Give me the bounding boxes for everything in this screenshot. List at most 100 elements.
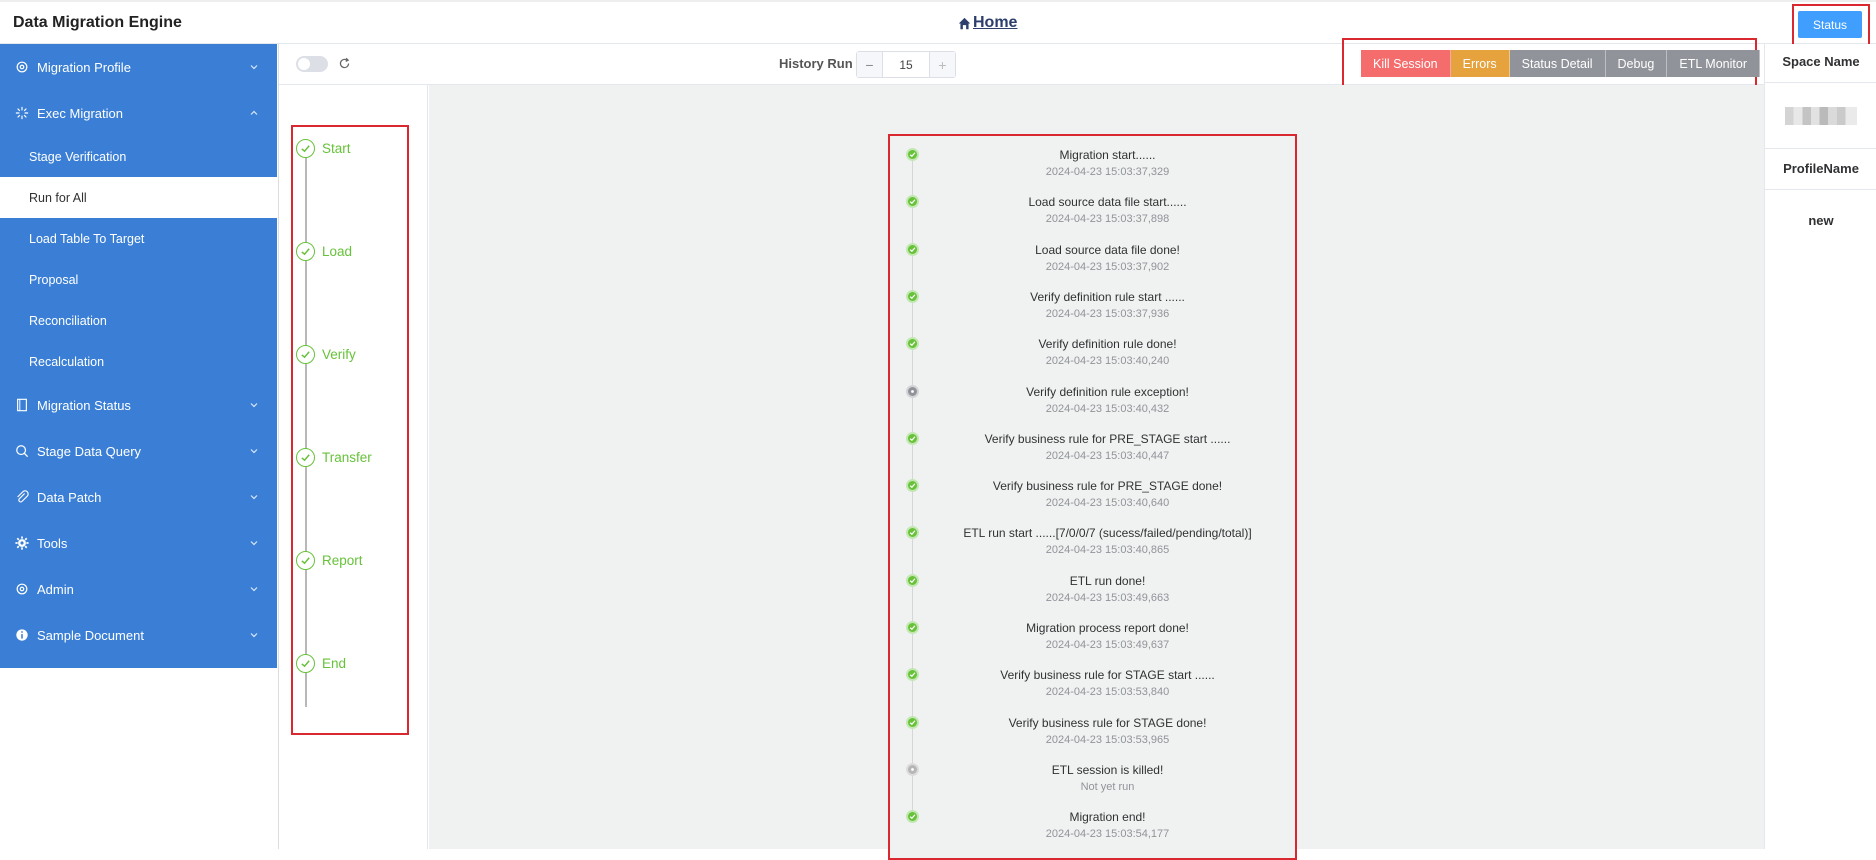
step-label: Start	[322, 141, 351, 156]
step-transfer: Transfer	[296, 448, 372, 467]
profile-name-value: new	[1808, 213, 1834, 228]
timeline-item-title: Migration process report done!	[1026, 621, 1189, 635]
step-label: Load	[322, 244, 353, 259]
chevron-down-icon	[250, 587, 258, 592]
etl-monitor-button[interactable]: ETL Monitor	[1667, 50, 1760, 77]
action-button-group: Kill Session Errors Status Detail Debug …	[1361, 50, 1760, 77]
sidebar-item-exec-migration[interactable]: Exec Migration	[0, 90, 277, 136]
timeline-item: ETL run done! 2024-04-23 15:03:49,663	[890, 568, 1295, 615]
step-load: Load	[296, 242, 352, 261]
increment-button[interactable]: +	[929, 52, 955, 77]
timeline-item: Load source data file start...... 2024-04…	[890, 189, 1295, 236]
sidebar-subitem-proposal[interactable]: Proposal	[0, 259, 277, 300]
home-link-label: Home	[973, 14, 1018, 31]
steps-highlight-box	[291, 125, 409, 735]
search-icon	[15, 444, 29, 458]
sidebar-item-tools[interactable]: Tools	[0, 520, 277, 566]
warning-dot-icon	[906, 384, 919, 398]
document-icon	[15, 398, 29, 412]
gear-icon	[15, 582, 29, 596]
history-run-input[interactable]: 15	[883, 52, 929, 77]
refresh-icon[interactable]	[338, 57, 351, 70]
status-detail-button[interactable]: Status Detail	[1509, 50, 1606, 77]
timeline-item-time: 2024-04-23 15:03:40,432	[1045, 402, 1170, 415]
chevron-down-icon	[250, 65, 258, 70]
timeline-item-time: 2024-04-23 15:03:37,936	[1045, 307, 1170, 320]
check-circle-icon	[296, 139, 315, 158]
debug-button[interactable]: Debug	[1605, 50, 1668, 77]
check-dot-icon	[906, 195, 919, 209]
check-circle-icon	[296, 654, 315, 673]
timeline-item: Verify definition rule exception! 2024-04…	[890, 379, 1295, 426]
check-dot-icon	[906, 289, 919, 303]
sparkle-icon	[15, 106, 29, 120]
timeline-item: Verify business rule for STAGE start ...…	[890, 662, 1295, 709]
sidebar-item-sample-document[interactable]: Sample Document	[0, 612, 277, 658]
timeline-item-time: 2024-04-23 15:03:49,663	[1045, 591, 1170, 604]
home-icon	[958, 17, 971, 29]
sidebar-subitem-recalculation[interactable]: Recalculation	[0, 341, 277, 382]
chevron-down-icon	[250, 449, 258, 454]
sidebar-subitem-stage-verification[interactable]: Stage Verification	[0, 136, 277, 177]
step-start: Start	[296, 139, 351, 158]
divider	[1765, 82, 1876, 83]
steps-column: Start Load Verify Transfer Report End	[279, 85, 428, 849]
history-run-stepper: − 15 +	[856, 51, 956, 78]
timeline-item: Verify business rule for PRE_STAGE start…	[890, 426, 1295, 473]
sidebar-item-admin[interactable]: Admin	[0, 566, 277, 612]
errors-button[interactable]: Errors	[1450, 50, 1510, 77]
check-dot-icon	[906, 431, 919, 445]
chevron-up-icon	[250, 110, 258, 115]
timeline-item-time: 2024-04-23 15:03:37,902	[1045, 260, 1170, 273]
divider	[1765, 148, 1876, 149]
sidebar-item-label: Stage Data Query	[37, 443, 142, 459]
chevron-down-icon	[250, 541, 258, 546]
info-icon	[15, 628, 29, 642]
step-report: Report	[296, 551, 363, 570]
timeline-item-title: Migration end!	[1069, 810, 1146, 825]
check-dot-icon	[906, 526, 919, 540]
sidebar-item-data-patch[interactable]: Data Patch	[0, 474, 277, 520]
timeline-item-time: 2024-04-23 15:03:37,329	[1045, 166, 1170, 178]
toolbar: History Run − 15 + Kill Session Errors S…	[279, 38, 1764, 90]
timeline-item-title: Verify business rule for PRE_STAGE done!	[992, 479, 1223, 494]
status-button[interactable]: Status	[1798, 11, 1862, 38]
timeline-item-title: Load source data file start......	[1028, 195, 1187, 210]
check-circle-icon	[296, 448, 315, 467]
timeline-item: Verify business rule for PRE_STAGE done!…	[890, 473, 1295, 520]
check-dot-icon	[906, 573, 919, 587]
sidebar-item-stage-data-query[interactable]: Stage Data Query	[0, 428, 277, 474]
timeline-item-title: ETL session is killed!	[1051, 762, 1164, 777]
timeline-item: Migration process report done! 2024-04-23…	[890, 615, 1295, 662]
timeline-item: ETL session is killed! Not yet run	[890, 757, 1295, 804]
check-dot-icon	[906, 337, 919, 351]
sidebar-item-migration-profile[interactable]: Migration Profile	[0, 44, 277, 90]
check-dot-icon	[906, 668, 919, 682]
home-link[interactable]: Home	[958, 14, 1017, 32]
timeline-item-title: Verify business rule for STAGE start ...…	[1000, 668, 1215, 683]
timeline-item-time: 2024-04-23 15:03:40,240	[1045, 355, 1170, 368]
check-dot-icon	[906, 810, 919, 824]
space-name-label: Space Name	[1782, 54, 1860, 69]
timeline-item-time: 2024-04-23 15:03:53,965	[1045, 733, 1170, 746]
timeline-item-title: Migration start......	[1059, 148, 1156, 162]
timeline-item: Migration start...... 2024-04-23 15:03:37…	[890, 142, 1295, 189]
auto-refresh-toggle[interactable]	[296, 56, 328, 72]
app-header: Data Migration Engine Home Status	[0, 0, 1876, 46]
paperclip-icon	[15, 490, 29, 504]
kill-session-button[interactable]: Kill Session	[1361, 50, 1451, 77]
sidebar-subitem-load-table-to-target[interactable]: Load Table To Target	[0, 218, 277, 259]
step-end: End	[296, 654, 346, 673]
decrement-button[interactable]: −	[857, 52, 883, 77]
sidebar-item-migration-status[interactable]: Migration Status	[0, 382, 277, 428]
sidebar-item-label: Data Patch	[37, 489, 102, 505]
timeline-item: Load source data file done! 2024-04-23 15…	[890, 237, 1295, 284]
check-circle-icon	[296, 551, 315, 570]
cog-icon	[15, 536, 29, 550]
sidebar-subitem-run-for-all[interactable]: Run for All	[0, 177, 277, 218]
steps-connector-line	[305, 151, 307, 707]
sidebar-item-label: Migration Profile	[37, 59, 131, 75]
check-dot-icon	[906, 621, 919, 634]
timeline-item: Verify definition rule done! 2024-04-23 1…	[890, 331, 1295, 378]
sidebar-subitem-reconciliation[interactable]: Reconciliation	[0, 300, 277, 341]
